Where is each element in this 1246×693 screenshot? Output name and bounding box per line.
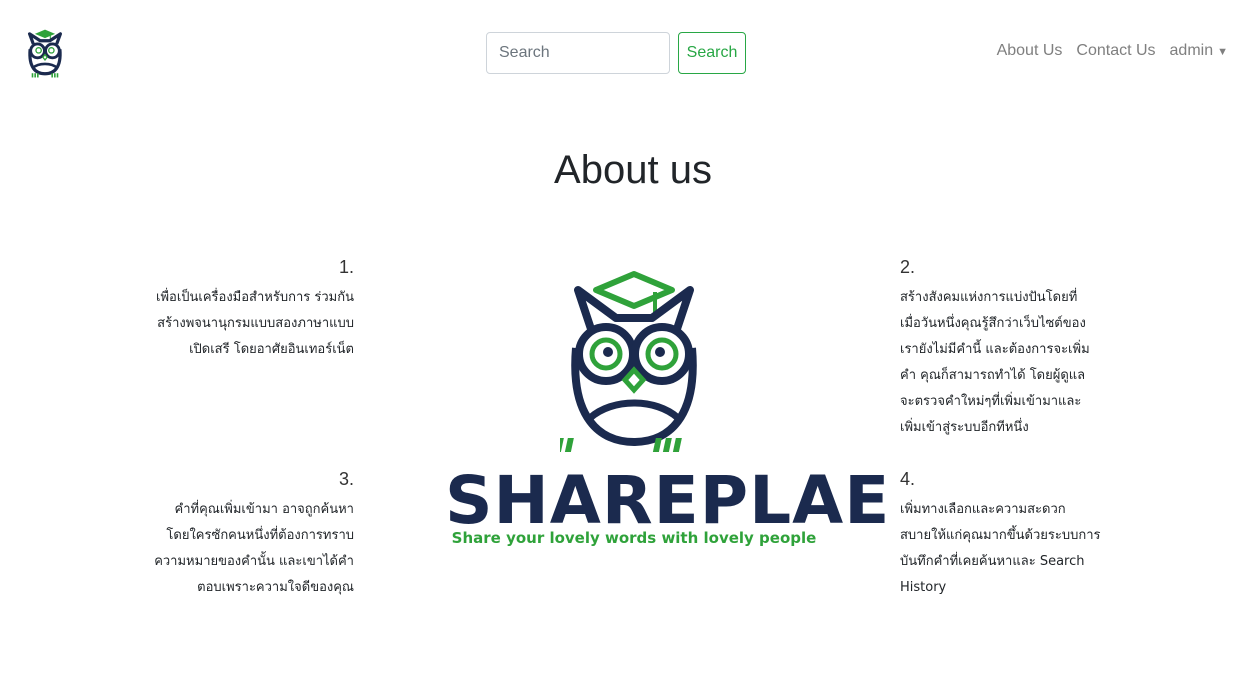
username-label: admin (1169, 42, 1214, 59)
item-text-line: เพิ่มเข้าสู่ระบบอีกทีหนึ่ง (900, 420, 1029, 435)
about-item-1: 1. เพื่อเป็นเครื่องมือสำหรับการ ร่วมกัน … (110, 255, 354, 363)
item-number: 1. (338, 257, 354, 277)
user-menu-dropdown[interactable]: admin ▼ (1170, 42, 1228, 60)
navbar: Search About Us Contact Us admin▼ (0, 0, 1246, 110)
about-item-2: 2. สร้างสังคมแห่งการแบ่งปันโดยที่ เมื่อว… (900, 255, 1130, 441)
item-text-line: เมื่อวันหนึ่งคุณรู้สึกว่าเว็บไซต์ของ (900, 316, 1086, 331)
nav-contact-us-link[interactable]: Contact Us (1076, 42, 1155, 60)
item-text-line: เปิดเสรี โดยอาศัยอินเทอร์เน็ต (189, 342, 354, 357)
item-number: 2. (900, 257, 916, 277)
item-number: 4. (900, 469, 916, 489)
item-text-line: ความหมายของคำนั้น และเขาได้คำ (154, 554, 354, 569)
item-text-line: เรายังไม่มีคำนี้ และต้องการจะเพิ่ม (900, 342, 1090, 357)
item-text-line: ตอบเพราะความใจดีของคุณ (197, 580, 354, 595)
owl-logo-icon[interactable] (24, 28, 66, 78)
search-button[interactable]: Search (678, 32, 746, 74)
about-item-4: 4. เพิ่มทางเลือกและความสะดวก สบายให้แก่ค… (900, 467, 1130, 601)
item-text-line: เพื่อเป็นเครื่องมือสำหรับการ ร่วมกัน (156, 290, 354, 305)
item-text-line: โดยใครซักคนหนึ่งที่ต้องการทราบ (166, 528, 354, 543)
item-text-line: คำ คุณก็สามารถทำได้ โดยผู้ดูแล (900, 368, 1086, 383)
nav-about-us-link[interactable]: About Us (997, 42, 1063, 60)
item-text-line: History (900, 580, 947, 595)
owl-mascot-icon (560, 271, 697, 452)
page-title: About us (554, 148, 712, 192)
search-input[interactable] (486, 32, 670, 74)
item-text-line: บันทึกคำที่เคยค้นหาและ Search (900, 554, 1085, 569)
item-text-line: จะตรวจคำใหม่ๆที่เพิ่มเข้ามาและ (900, 394, 1082, 409)
item-text-line: สร้างสังคมแห่งการแบ่งปันโดยที่ (900, 290, 1078, 305)
caret-down-icon: ▼ (1217, 46, 1228, 58)
about-item-3: 3. คำที่คุณเพิ่มเข้ามา อาจถูกค้นหา โดยใค… (110, 467, 354, 601)
brand-tagline: Share your lovely words with lovely peop… (451, 529, 817, 547)
brand-block: SHAREPLAE Share your lovely words with l… (445, 462, 891, 548)
item-text-line: เพิ่มทางเลือกและความสะดวก (900, 502, 1066, 517)
item-text-line: สบายให้แก่คุณมากขึ้นด้วยระบบการ (900, 528, 1101, 543)
item-text-line: สร้างพจนานุกรมแบบสองภาษาแบบ (157, 316, 354, 331)
item-number: 3. (338, 469, 354, 489)
brand-name: SHAREPLAE (445, 462, 891, 539)
item-text-line: คำที่คุณเพิ่มเข้ามา อาจถูกค้นหา (174, 502, 354, 517)
nav-links: About Us Contact Us admin ▼ (997, 42, 1228, 60)
